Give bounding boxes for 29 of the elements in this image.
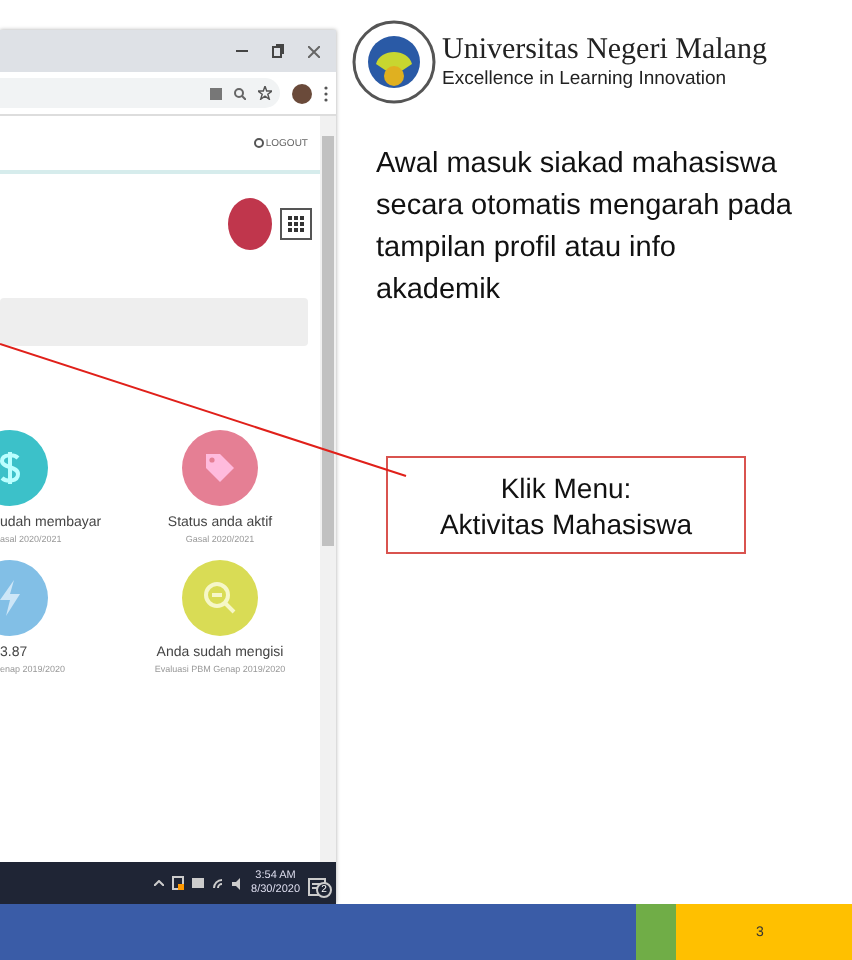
tagline: Excellence in Learning Innovation (442, 68, 729, 90)
tray-app-icon[interactable] (171, 876, 184, 890)
close-icon[interactable] (308, 45, 320, 57)
star-icon[interactable] (258, 86, 272, 100)
zoom-out-icon (202, 580, 238, 616)
apps-grid-button[interactable] (280, 208, 312, 240)
speaker-icon[interactable] (231, 877, 244, 889)
scrollbar[interactable] (320, 116, 336, 862)
university-logo (352, 20, 436, 104)
university-name: Universitas Negeri Malang (442, 34, 767, 68)
wifi-icon[interactable] (211, 877, 224, 889)
folder-icon[interactable] (191, 878, 204, 888)
restore-icon[interactable] (272, 44, 284, 58)
chevron-up-icon[interactable] (153, 880, 164, 886)
description-text: Awal masuk siakad mahasiswa secara otomatis mengarah pada tampilan profil atau info akademik (376, 146, 794, 310)
avatar[interactable] (228, 198, 272, 250)
profile-avatar-icon[interactable] (292, 83, 312, 103)
tag-icon (202, 450, 238, 486)
callout-text: Klik Menu: (500, 469, 632, 505)
grid-icon (288, 216, 304, 232)
search-icon[interactable] (234, 87, 246, 99)
footer-accent (636, 904, 676, 960)
translate-icon[interactable] (210, 87, 222, 99)
power-icon (253, 138, 264, 148)
dollar-icon (0, 450, 22, 486)
lightning-icon (0, 580, 22, 616)
minimize-icon[interactable] (236, 49, 248, 53)
callout-text: Aktivitas Mahasiswa (439, 505, 693, 541)
address-field[interactable] (0, 78, 280, 108)
